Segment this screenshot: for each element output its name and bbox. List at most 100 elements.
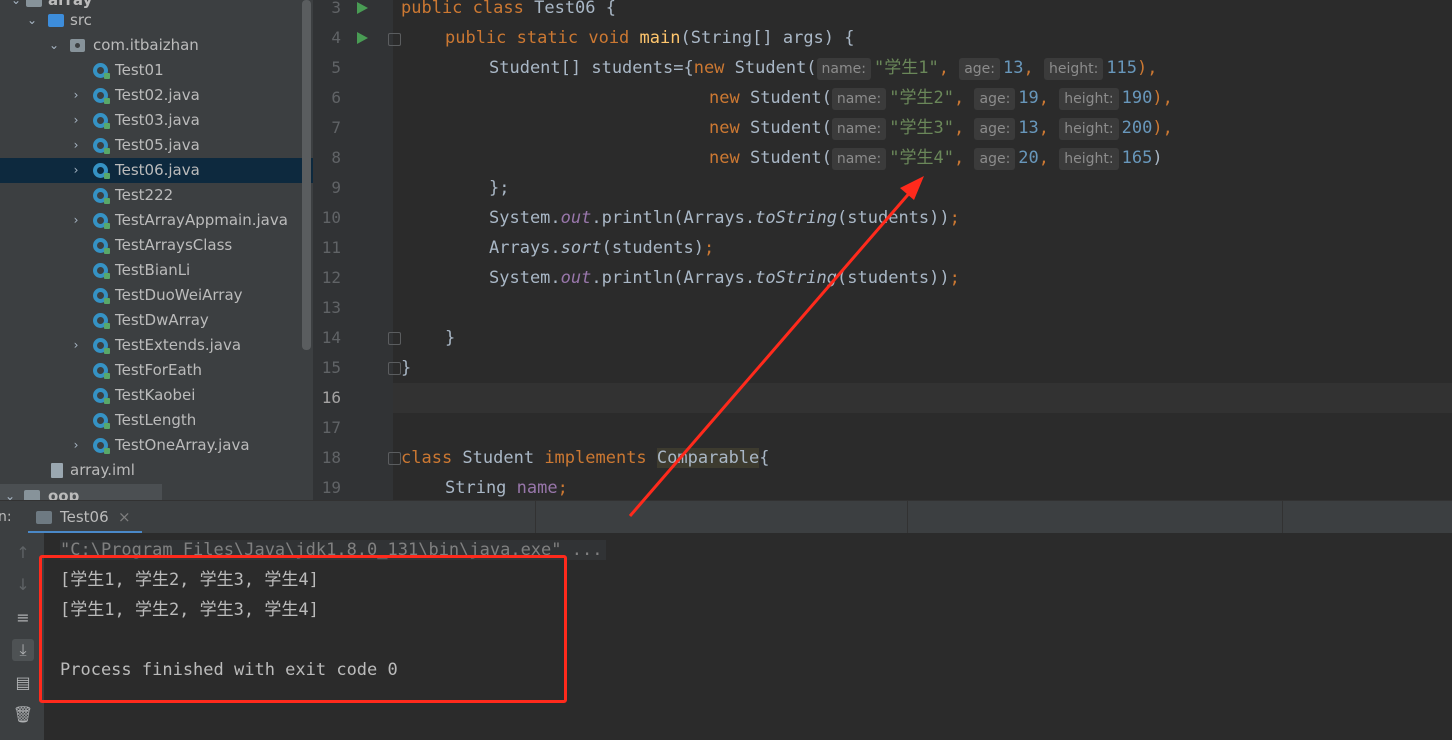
java-class-icon <box>93 163 110 179</box>
package-icon <box>70 39 85 52</box>
tree-item-test03[interactable]: › Test03.java <box>0 108 313 133</box>
chevron-down-icon[interactable]: ⌄ <box>4 484 16 500</box>
tree-item-testarrayappmain[interactable]: › TestArrayAppmain.java <box>0 208 313 233</box>
chevron-right-icon[interactable]: › <box>70 133 82 158</box>
param-hint: name: <box>831 148 887 170</box>
tree-item-test02[interactable]: › Test02.java <box>0 83 313 108</box>
line-number: 5 <box>331 58 341 77</box>
param-hint: height: <box>1043 58 1104 80</box>
param-hint: age: <box>974 148 1016 170</box>
tree-item-testlength[interactable]: TestLength <box>0 408 313 433</box>
fold-icon[interactable] <box>388 332 401 345</box>
line-number: 11 <box>321 238 341 257</box>
java-class-icon <box>93 263 110 279</box>
fold-icon[interactable] <box>388 452 401 465</box>
param-hint: height: <box>1059 148 1119 170</box>
line-number: 3 <box>331 0 341 17</box>
down-arrow-icon[interactable]: ↓ <box>12 574 34 596</box>
tree-item-testbianli[interactable]: TestBianLi <box>0 258 313 283</box>
tree-item-test06[interactable]: › Test06.java <box>0 158 313 183</box>
java-class-icon <box>93 88 110 104</box>
iml-file-icon <box>51 463 63 478</box>
param-hint: age: <box>974 118 1016 140</box>
chevron-down-icon[interactable]: ⌄ <box>48 33 60 58</box>
run-label: n: <box>0 509 12 525</box>
scroll-to-end-icon[interactable]: ⤓ <box>12 639 34 661</box>
chevron-down-icon[interactable]: ⌄ <box>26 8 38 33</box>
annotation-highlight-box <box>39 555 567 703</box>
code-editor[interactable]: 3 4 5 6 7 8 9 10 11 12 13 14 15 16 17 18… <box>313 0 1452 500</box>
line-number: 10 <box>321 208 341 227</box>
line-number: 7 <box>331 118 341 137</box>
java-class-icon <box>93 188 110 204</box>
param-hint: height: <box>1059 118 1119 140</box>
code-line-4: public static void main(String[] args) { <box>445 28 855 48</box>
code-line-5: Student[] students={new Student(name: "学生… <box>489 58 1158 80</box>
fold-icon[interactable] <box>388 362 401 375</box>
project-tree: ⌄ array ⌄ src ⌄ com.itbaizhan Test01 › T… <box>0 0 313 500</box>
java-class-icon <box>93 238 110 254</box>
fold-icon[interactable] <box>388 33 401 46</box>
tree-item-testdwarray[interactable]: TestDwArray <box>0 308 313 333</box>
tree-item-oop[interactable]: ⌄ oop <box>0 484 162 500</box>
code-line-3: public class Test06 { <box>401 0 617 18</box>
tree-scrollbar[interactable] <box>302 0 311 350</box>
tree-item-array-iml[interactable]: array.iml <box>0 458 313 483</box>
java-class-icon <box>93 288 110 304</box>
tree-item-test222[interactable]: Test222 <box>0 183 313 208</box>
run-toolwindow-header: n: Test06 × <box>0 500 1452 534</box>
tree-item-testarraysclass[interactable]: TestArraysClass <box>0 233 313 258</box>
chevron-right-icon[interactable]: › <box>70 83 82 108</box>
module-folder-icon <box>24 490 40 500</box>
param-hint: age: <box>959 58 1000 80</box>
tree-item-testextends[interactable]: › TestExtends.java <box>0 333 313 358</box>
java-class-icon <box>93 338 110 354</box>
run-gutter-icon[interactable] <box>357 2 368 14</box>
module-folder-icon <box>26 0 42 7</box>
line-number-current: 16 <box>321 388 341 407</box>
param-hint: name: <box>831 88 887 110</box>
tree-item-test05[interactable]: › Test05.java <box>0 133 313 158</box>
tree-item-package[interactable]: ⌄ com.itbaizhan <box>0 33 313 58</box>
tree-item-test01[interactable]: Test01 <box>0 58 313 83</box>
chevron-right-icon[interactable]: › <box>70 433 82 458</box>
line-number: 19 <box>321 478 341 497</box>
tree-item-testkaobei[interactable]: TestKaobei <box>0 383 313 408</box>
java-class-icon <box>93 388 110 404</box>
line-number: 14 <box>321 328 341 347</box>
param-hint: age: <box>974 88 1016 110</box>
chevron-right-icon[interactable]: › <box>70 108 82 133</box>
java-class-icon <box>93 413 110 429</box>
print-icon[interactable]: ▤ <box>12 672 34 694</box>
code-line-11: Arrays.sort(students); <box>489 238 715 258</box>
tree-item-testduoweiarray[interactable]: TestDuoWeiArray <box>0 283 313 308</box>
run-gutter-icon[interactable] <box>357 32 368 44</box>
tree-item-src[interactable]: ⌄ src <box>0 8 313 33</box>
soft-wrap-icon[interactable]: ≡ <box>12 607 34 629</box>
code-line-12: System.out.println(Arrays.toString(stude… <box>489 268 960 288</box>
java-class-icon <box>93 63 110 79</box>
up-arrow-icon[interactable]: ↑ <box>12 542 34 564</box>
current-line-highlight <box>393 383 1452 413</box>
chevron-right-icon[interactable]: › <box>70 333 82 358</box>
java-class-icon <box>93 138 110 154</box>
code-line-18: class Student implements Comparable{ <box>401 448 770 468</box>
tree-item-testforeath[interactable]: TestForEath <box>0 358 313 383</box>
trash-icon[interactable]: 🗑 <box>12 704 34 726</box>
chevron-right-icon[interactable]: › <box>70 158 82 183</box>
tree-item-testonearray[interactable]: › TestOneArray.java <box>0 433 313 458</box>
code-line-9: }; <box>489 178 510 198</box>
line-number: 17 <box>321 418 341 437</box>
param-hint: name: <box>816 58 871 80</box>
line-number: 4 <box>331 28 341 47</box>
param-hint: name: <box>831 118 887 140</box>
java-class-icon <box>93 113 110 129</box>
java-class-icon <box>93 363 110 379</box>
run-tab-test06[interactable]: Test06 × <box>28 501 142 534</box>
line-number: 6 <box>331 88 341 107</box>
chevron-right-icon[interactable]: › <box>70 208 82 233</box>
code-line-19: String name; <box>445 478 568 498</box>
console-icon <box>36 511 52 524</box>
line-number: 12 <box>321 268 341 287</box>
close-tab-icon[interactable]: × <box>118 508 131 526</box>
